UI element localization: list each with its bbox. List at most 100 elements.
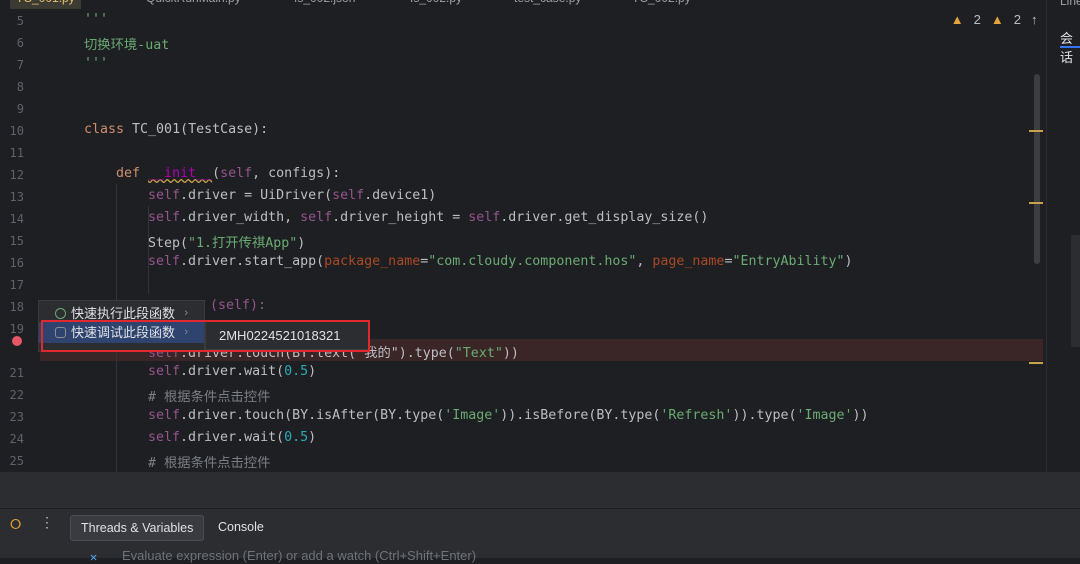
line-number: 10 xyxy=(9,124,24,138)
breakpoint-icon[interactable] xyxy=(12,336,22,346)
params: , configs): xyxy=(252,166,341,181)
code-text: Step( xyxy=(148,236,189,251)
code-text: .device1) xyxy=(364,188,437,203)
number-literal: 0.5 xyxy=(284,364,309,379)
self-token: self xyxy=(148,254,181,269)
code-text: ) xyxy=(297,236,306,251)
tab-threads-variables[interactable]: Threads & Variables xyxy=(70,515,205,541)
weak-warning-icon: ▲ xyxy=(990,12,1004,27)
code-line-24: self.driver.wait(0.5) xyxy=(148,430,316,445)
menu-item-quick-run[interactable]: 快速执行此段函数 › xyxy=(39,303,204,324)
arrow-up-icon[interactable]: ↑ xyxy=(1031,12,1038,27)
self-token: self xyxy=(148,408,181,423)
code-line-23: self.driver.touch(BY.isAfter(BY.type('Im… xyxy=(148,408,869,423)
code-text: .driver.wait( xyxy=(180,364,285,379)
line-number: 9 xyxy=(16,102,24,116)
code-line-21: self.driver.wait(0.5) xyxy=(148,364,316,379)
debug-icon xyxy=(55,327,66,338)
code-line-12: def __init__(self, configs): xyxy=(116,166,340,181)
device-submenu-item[interactable]: 2MH0224521018321 xyxy=(205,320,369,350)
string-literal: 'Image' xyxy=(796,408,853,423)
string-literal: 'Refresh' xyxy=(660,408,733,423)
code-text: ) xyxy=(308,364,317,379)
line-number: 24 xyxy=(9,432,24,446)
menu-item-label: 快速执行此段函数 xyxy=(71,306,176,321)
self-token: self xyxy=(148,188,181,203)
inspection-widget[interactable]: ▲2 ▲2 ↑ ↓ xyxy=(951,12,1054,27)
run-icon xyxy=(55,308,66,319)
menu-item-label: 快速调试此段函数 xyxy=(71,325,176,340)
line-number: 15 xyxy=(9,234,24,248)
line-number: 19 xyxy=(9,322,24,336)
code-line-14: self.driver_width, self.driver_height = … xyxy=(148,210,708,225)
code-line-7: ''' xyxy=(84,56,109,71)
string-literal: "Text" xyxy=(454,346,503,361)
panel-content xyxy=(1071,235,1080,347)
string-literal: "1.打开传祺App" xyxy=(188,236,298,251)
warning-marker[interactable] xyxy=(1029,130,1043,132)
menu-item-quick-debug[interactable]: 快速调试此段函数 › xyxy=(39,322,204,343)
warning-marker[interactable] xyxy=(1029,362,1043,364)
line-number: 5 xyxy=(16,14,24,28)
device-id: 2MH0224521018321 xyxy=(219,328,341,343)
code-editor[interactable]: 5 6 7 8 9 10 11 12 13 14 15 16 17 18 19 … xyxy=(0,10,1045,472)
editor-scrollbar[interactable] xyxy=(1034,74,1040,264)
line-number: 14 xyxy=(9,212,24,226)
warning-count: 2 xyxy=(973,12,981,27)
quick-run-popup: 快速执行此段函数 › 快速调试此段函数 › xyxy=(38,300,205,352)
code-text: .driver_width, xyxy=(180,210,301,225)
self-token: self xyxy=(148,210,181,225)
tab-tc-001[interactable]: TC_001.py xyxy=(10,0,81,9)
chevron-right-icon: › xyxy=(184,326,188,338)
line-number: 20 xyxy=(0,344,24,358)
self-token: self xyxy=(468,210,501,225)
init-method: __init__ xyxy=(148,166,213,181)
code-text: .driver.get_display_size() xyxy=(500,210,709,225)
code-line-5: ''' xyxy=(84,12,109,27)
code-text: )) xyxy=(502,346,519,361)
code-line-15: Step("1.打开传祺App") xyxy=(148,232,305,251)
code-line-6: 切换环境-uat xyxy=(84,38,170,53)
line-number: 11 xyxy=(9,146,24,160)
keyword-class: class xyxy=(84,122,125,137)
code-text: )) xyxy=(852,408,869,423)
debugger-icon[interactable]: ⭘ xyxy=(10,517,21,533)
self-token: self xyxy=(148,430,181,445)
code-line-10: class TC_001(TestCase): xyxy=(84,122,268,137)
line-number: 18 xyxy=(9,300,24,314)
code-text: ) xyxy=(308,430,317,445)
right-tool-panel[interactable]: Line 会话 xyxy=(1046,0,1080,472)
debug-panel: ⭘ ⋮ Threads & Variables Console ✕ Evalua… xyxy=(0,472,1080,564)
line-number: 25 xyxy=(9,454,24,468)
warning-icon: ▲ xyxy=(950,12,964,27)
chevron-right-icon: › xyxy=(184,307,188,319)
warning-marker[interactable] xyxy=(1029,202,1043,204)
tab-fs-002-py[interactable]: fs_002.py xyxy=(410,0,462,9)
self-token: self xyxy=(148,364,181,379)
code-line-16: self.driver.start_app(package_name="com.… xyxy=(148,254,853,269)
tab-tc-002[interactable]: TC_002.py xyxy=(632,0,691,9)
code-text: ) xyxy=(844,254,853,269)
tab-test-case[interactable]: test_case.py xyxy=(514,0,581,9)
code-text: .driver.wait( xyxy=(180,430,285,445)
code-text: .driver.start_app( xyxy=(180,254,325,269)
line-gutter[interactable]: 5 6 7 8 9 10 11 12 13 14 15 16 17 18 19 … xyxy=(0,10,60,472)
line-number: 8 xyxy=(16,80,24,94)
tab-console[interactable]: Console xyxy=(218,515,264,539)
line-number: 12 xyxy=(9,168,24,182)
code-line-25: # 根据条件点击控件 xyxy=(148,456,271,471)
debug-tab-bar: ⭘ ⋮ Threads & Variables Console xyxy=(0,508,1080,543)
evaluate-expression-input[interactable]: Evaluate expression (Enter) or add a wat… xyxy=(122,548,476,563)
line-number: 16 xyxy=(9,256,24,270)
keyword-def: def xyxy=(116,166,141,181)
string-literal: "com.cloudy.component.hos" xyxy=(428,254,637,269)
weak-warning-count: 2 xyxy=(1013,12,1021,27)
tab-quickrunmain[interactable]: QuickRunMain.py xyxy=(146,0,241,9)
line-number: 21 xyxy=(9,366,24,380)
tab-fs-002-json[interactable]: fs_002.json xyxy=(294,0,355,9)
close-icon[interactable]: ✕ xyxy=(90,550,97,564)
self-token: self xyxy=(300,210,333,225)
more-options-icon[interactable]: ⋮ xyxy=(40,515,54,531)
line-number: 17 xyxy=(9,278,24,292)
code-text: .driver_height = xyxy=(332,210,469,225)
